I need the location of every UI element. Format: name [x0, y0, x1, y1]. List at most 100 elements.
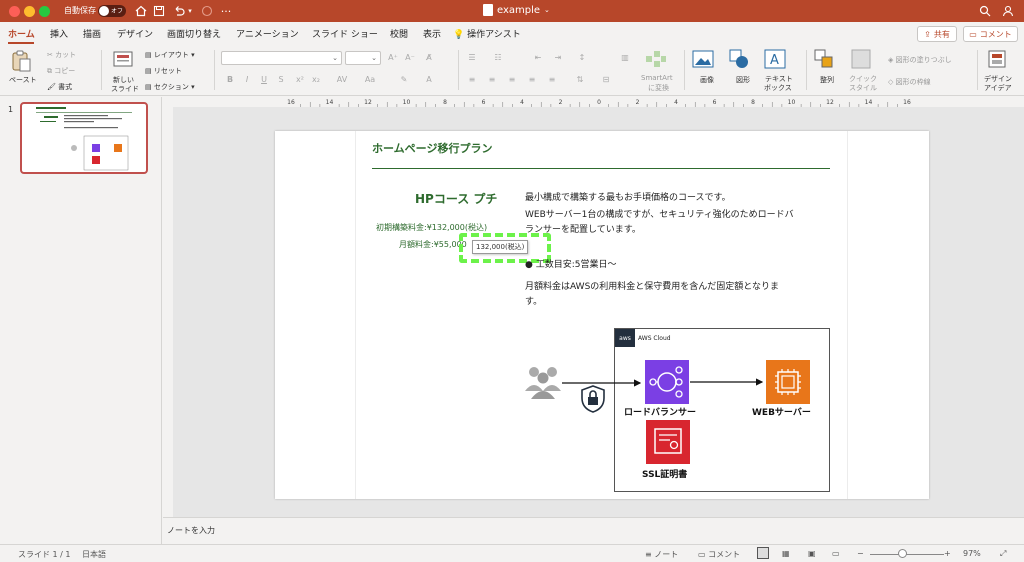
design-ideas-icon[interactable]	[987, 49, 1007, 72]
account-icon[interactable]	[1000, 3, 1016, 19]
paste-icon[interactable]	[10, 50, 32, 75]
close-window-button[interactable]	[9, 6, 20, 17]
bold-icon[interactable]: B	[224, 75, 236, 85]
zoom-slider-handle[interactable]	[898, 549, 907, 558]
numbering-icon[interactable]: ☷	[492, 53, 504, 63]
change-case-icon[interactable]: Aa	[362, 75, 378, 85]
tab-view[interactable]: 表示	[423, 27, 441, 40]
body-line-4[interactable]: ● 工数目安:5営業日〜	[525, 257, 616, 270]
underline-icon[interactable]: U	[258, 75, 270, 85]
text-direction-icon[interactable]: ⇅	[574, 75, 586, 85]
justify-icon[interactable]: ≡	[526, 75, 538, 85]
smartart-icon[interactable]	[645, 50, 667, 71]
zoom-level[interactable]: 97%	[963, 549, 981, 558]
font-color-icon[interactable]: A	[423, 75, 435, 85]
slide-thumbnail[interactable]	[20, 102, 148, 174]
reading-view-icon[interactable]: ▣	[808, 549, 816, 558]
tab-animations[interactable]: アニメーション	[236, 27, 299, 40]
align-text-icon[interactable]: ⊟	[600, 75, 612, 85]
new-slide-icon[interactable]	[112, 50, 134, 73]
quick-styles-icon[interactable]	[851, 49, 871, 72]
more-icon[interactable]: ···	[218, 3, 234, 19]
chevron-down-icon[interactable]: ⌄	[544, 6, 550, 14]
users-icon[interactable]	[523, 363, 563, 404]
body-line-6[interactable]: す。	[525, 294, 542, 307]
distributed-icon[interactable]: ≡	[546, 75, 558, 85]
shrink-font-icon[interactable]: A⁻	[404, 53, 416, 63]
notes-toggle[interactable]: ≡ ノート	[645, 549, 678, 560]
save-icon[interactable]	[151, 3, 167, 19]
reset-button[interactable]: ▤ リセット	[145, 66, 182, 76]
language[interactable]: 日本語	[82, 549, 106, 560]
grow-font-icon[interactable]: A⁺	[387, 53, 399, 63]
zoom-window-button[interactable]	[39, 6, 50, 17]
body-line-5[interactable]: 月額料金はAWSの利用料金と保守費用を含んだ固定額となりま	[525, 279, 779, 292]
body-line-3[interactable]: ランサーを配置しています。	[525, 222, 641, 235]
zoom-in-icon[interactable]: +	[944, 549, 951, 558]
tab-review[interactable]: 校閲	[390, 27, 408, 40]
font-size-dropdown[interactable]: ⌄	[345, 51, 381, 65]
home-icon[interactable]	[133, 3, 149, 19]
char-spacing-icon[interactable]: AV	[334, 75, 350, 85]
tab-tell-me[interactable]: 💡 操作アシスト	[453, 27, 521, 40]
align-left-icon[interactable]: ≡	[466, 75, 478, 85]
highlight-icon[interactable]: ✎	[398, 75, 410, 85]
cut-button[interactable]: ✂ カット	[47, 50, 76, 60]
image-icon[interactable]	[692, 50, 714, 71]
align-center-icon[interactable]: ≡	[486, 75, 498, 85]
search-icon[interactable]	[977, 3, 993, 19]
fit-slide-icon[interactable]: ⤢	[1000, 549, 1006, 559]
initial-fee[interactable]: 初期構築料金:¥132,000(税込)	[376, 222, 487, 233]
tab-home[interactable]: ホーム	[8, 27, 35, 40]
shapes-icon[interactable]	[728, 48, 750, 73]
body-line-1[interactable]: 最小構成で構築する最もお手頃価格のコースです。	[525, 190, 731, 203]
slide-title[interactable]: ホームページ移行プラン	[372, 140, 492, 156]
undo-dropdown-icon[interactable]: ▾	[182, 3, 198, 19]
load-balancer-icon[interactable]	[645, 360, 689, 404]
bullets-icon[interactable]: ☰	[466, 53, 478, 63]
zoom-slider[interactable]	[870, 554, 944, 555]
share-button[interactable]: ⇪ 共有	[917, 26, 957, 42]
align-right-icon[interactable]: ≡	[506, 75, 518, 85]
shape-outline-button[interactable]: ◇ 図形の枠線	[888, 77, 931, 87]
superscript-icon[interactable]: x²	[294, 75, 306, 85]
course-name[interactable]: HPコース プチ	[415, 190, 497, 207]
body-line-2[interactable]: WEBサーバー1台の構成ですが、セキュリティ強化のためロードバ	[525, 207, 794, 220]
zoom-out-icon[interactable]: −	[857, 549, 864, 558]
comments-button[interactable]: ▭ コメント	[963, 26, 1018, 42]
arrange-icon[interactable]	[814, 49, 834, 72]
format-painter-button[interactable]: 🖌 書式	[47, 82, 72, 92]
strikethrough-icon[interactable]: S	[275, 75, 287, 85]
normal-view-icon[interactable]	[757, 547, 769, 559]
slide-sorter-icon[interactable]: ▦	[782, 549, 790, 558]
autosave-toggle[interactable]: オフ	[98, 5, 126, 17]
tab-transitions[interactable]: 画面切り替え	[167, 27, 221, 40]
slideshow-icon[interactable]: ▭	[832, 549, 840, 558]
slide[interactable]: ホームページ移行プラン HPコース プチ 初期構築料金:¥132,000(税込)…	[275, 131, 929, 499]
line-spacing-icon[interactable]: ↕	[576, 53, 588, 63]
clear-format-icon[interactable]: A̸	[423, 53, 435, 63]
tab-slideshow[interactable]: スライド ショー	[312, 27, 378, 40]
layout-button[interactable]: ▤ レイアウト ▾	[145, 50, 195, 60]
textbox-icon[interactable]: A	[764, 49, 786, 72]
increase-indent-icon[interactable]: ⇥	[552, 53, 564, 63]
tab-draw[interactable]: 描画	[83, 27, 101, 40]
subscript-icon[interactable]: x₂	[310, 75, 322, 85]
ssl-certificate-icon[interactable]	[646, 420, 690, 464]
tab-insert[interactable]: 挿入	[50, 27, 68, 40]
notes-placeholder[interactable]: ノートを入力	[167, 525, 215, 536]
comments-toggle[interactable]: ▭ コメント	[698, 549, 740, 560]
notes-pane[interactable]: ノートを入力	[163, 517, 1024, 544]
decrease-indent-icon[interactable]: ⇤	[532, 53, 544, 63]
redo-icon[interactable]	[199, 3, 215, 19]
monthly-fee[interactable]: 月額料金:¥55,000	[399, 239, 467, 250]
font-name-dropdown[interactable]: ⌄	[221, 51, 342, 65]
section-button[interactable]: ▤ セクション ▾	[145, 82, 195, 92]
columns-icon[interactable]: ▥	[619, 53, 631, 63]
shape-fill-button[interactable]: ◈ 図形の塗りつぶし	[888, 55, 952, 65]
italic-icon[interactable]: I	[241, 75, 253, 85]
web-server-icon[interactable]	[766, 360, 810, 404]
minimize-window-button[interactable]	[24, 6, 35, 17]
copy-button[interactable]: ⧉ コピー	[47, 66, 75, 76]
tab-design[interactable]: デザイン	[117, 27, 153, 40]
